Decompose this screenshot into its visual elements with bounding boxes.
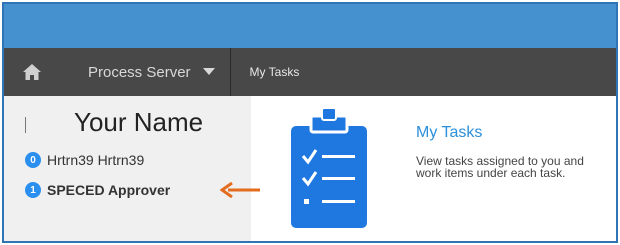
- nav-divider: [229, 48, 231, 96]
- user-item[interactable]: 1 SPECED Approver: [25, 182, 170, 198]
- caret-down-icon: [202, 68, 215, 76]
- your-name-label: Your Name: [74, 107, 204, 137]
- user-name: SPECED Approver: [47, 182, 171, 198]
- count-badge: 0: [25, 152, 41, 168]
- clipboard-checklist-icon[interactable]: [289, 106, 369, 235]
- sidebar: Your Name 0 Hrtrn39 Hrtrn39 1 SPECED App…: [4, 96, 251, 241]
- home-icon[interactable]: [12, 48, 52, 96]
- top-bar: [4, 4, 616, 48]
- user-name: Hrtrn39 Hrtrn39: [47, 152, 145, 168]
- nav-bar: Process Server My Tasks: [4, 48, 616, 96]
- my-tasks-description: View tasks assigned to you and work item…: [416, 154, 584, 180]
- process-server-menu[interactable]: Process Server: [88, 48, 215, 96]
- process-server-label: Process Server: [88, 63, 191, 81]
- user-item[interactable]: 0 Hrtrn39 Hrtrn39: [25, 152, 144, 168]
- arrow-left-icon: [219, 181, 262, 203]
- app-frame: Process Server My Tasks Your Name 0 Hrtr…: [2, 2, 618, 243]
- text-cursor-icon: [25, 117, 26, 133]
- my-tasks-title[interactable]: My Tasks: [416, 124, 482, 142]
- main-panel: My Tasks View tasks assigned to you and …: [251, 96, 616, 241]
- nav-my-tasks[interactable]: My Tasks: [250, 65, 300, 79]
- count-badge: 1: [25, 182, 41, 198]
